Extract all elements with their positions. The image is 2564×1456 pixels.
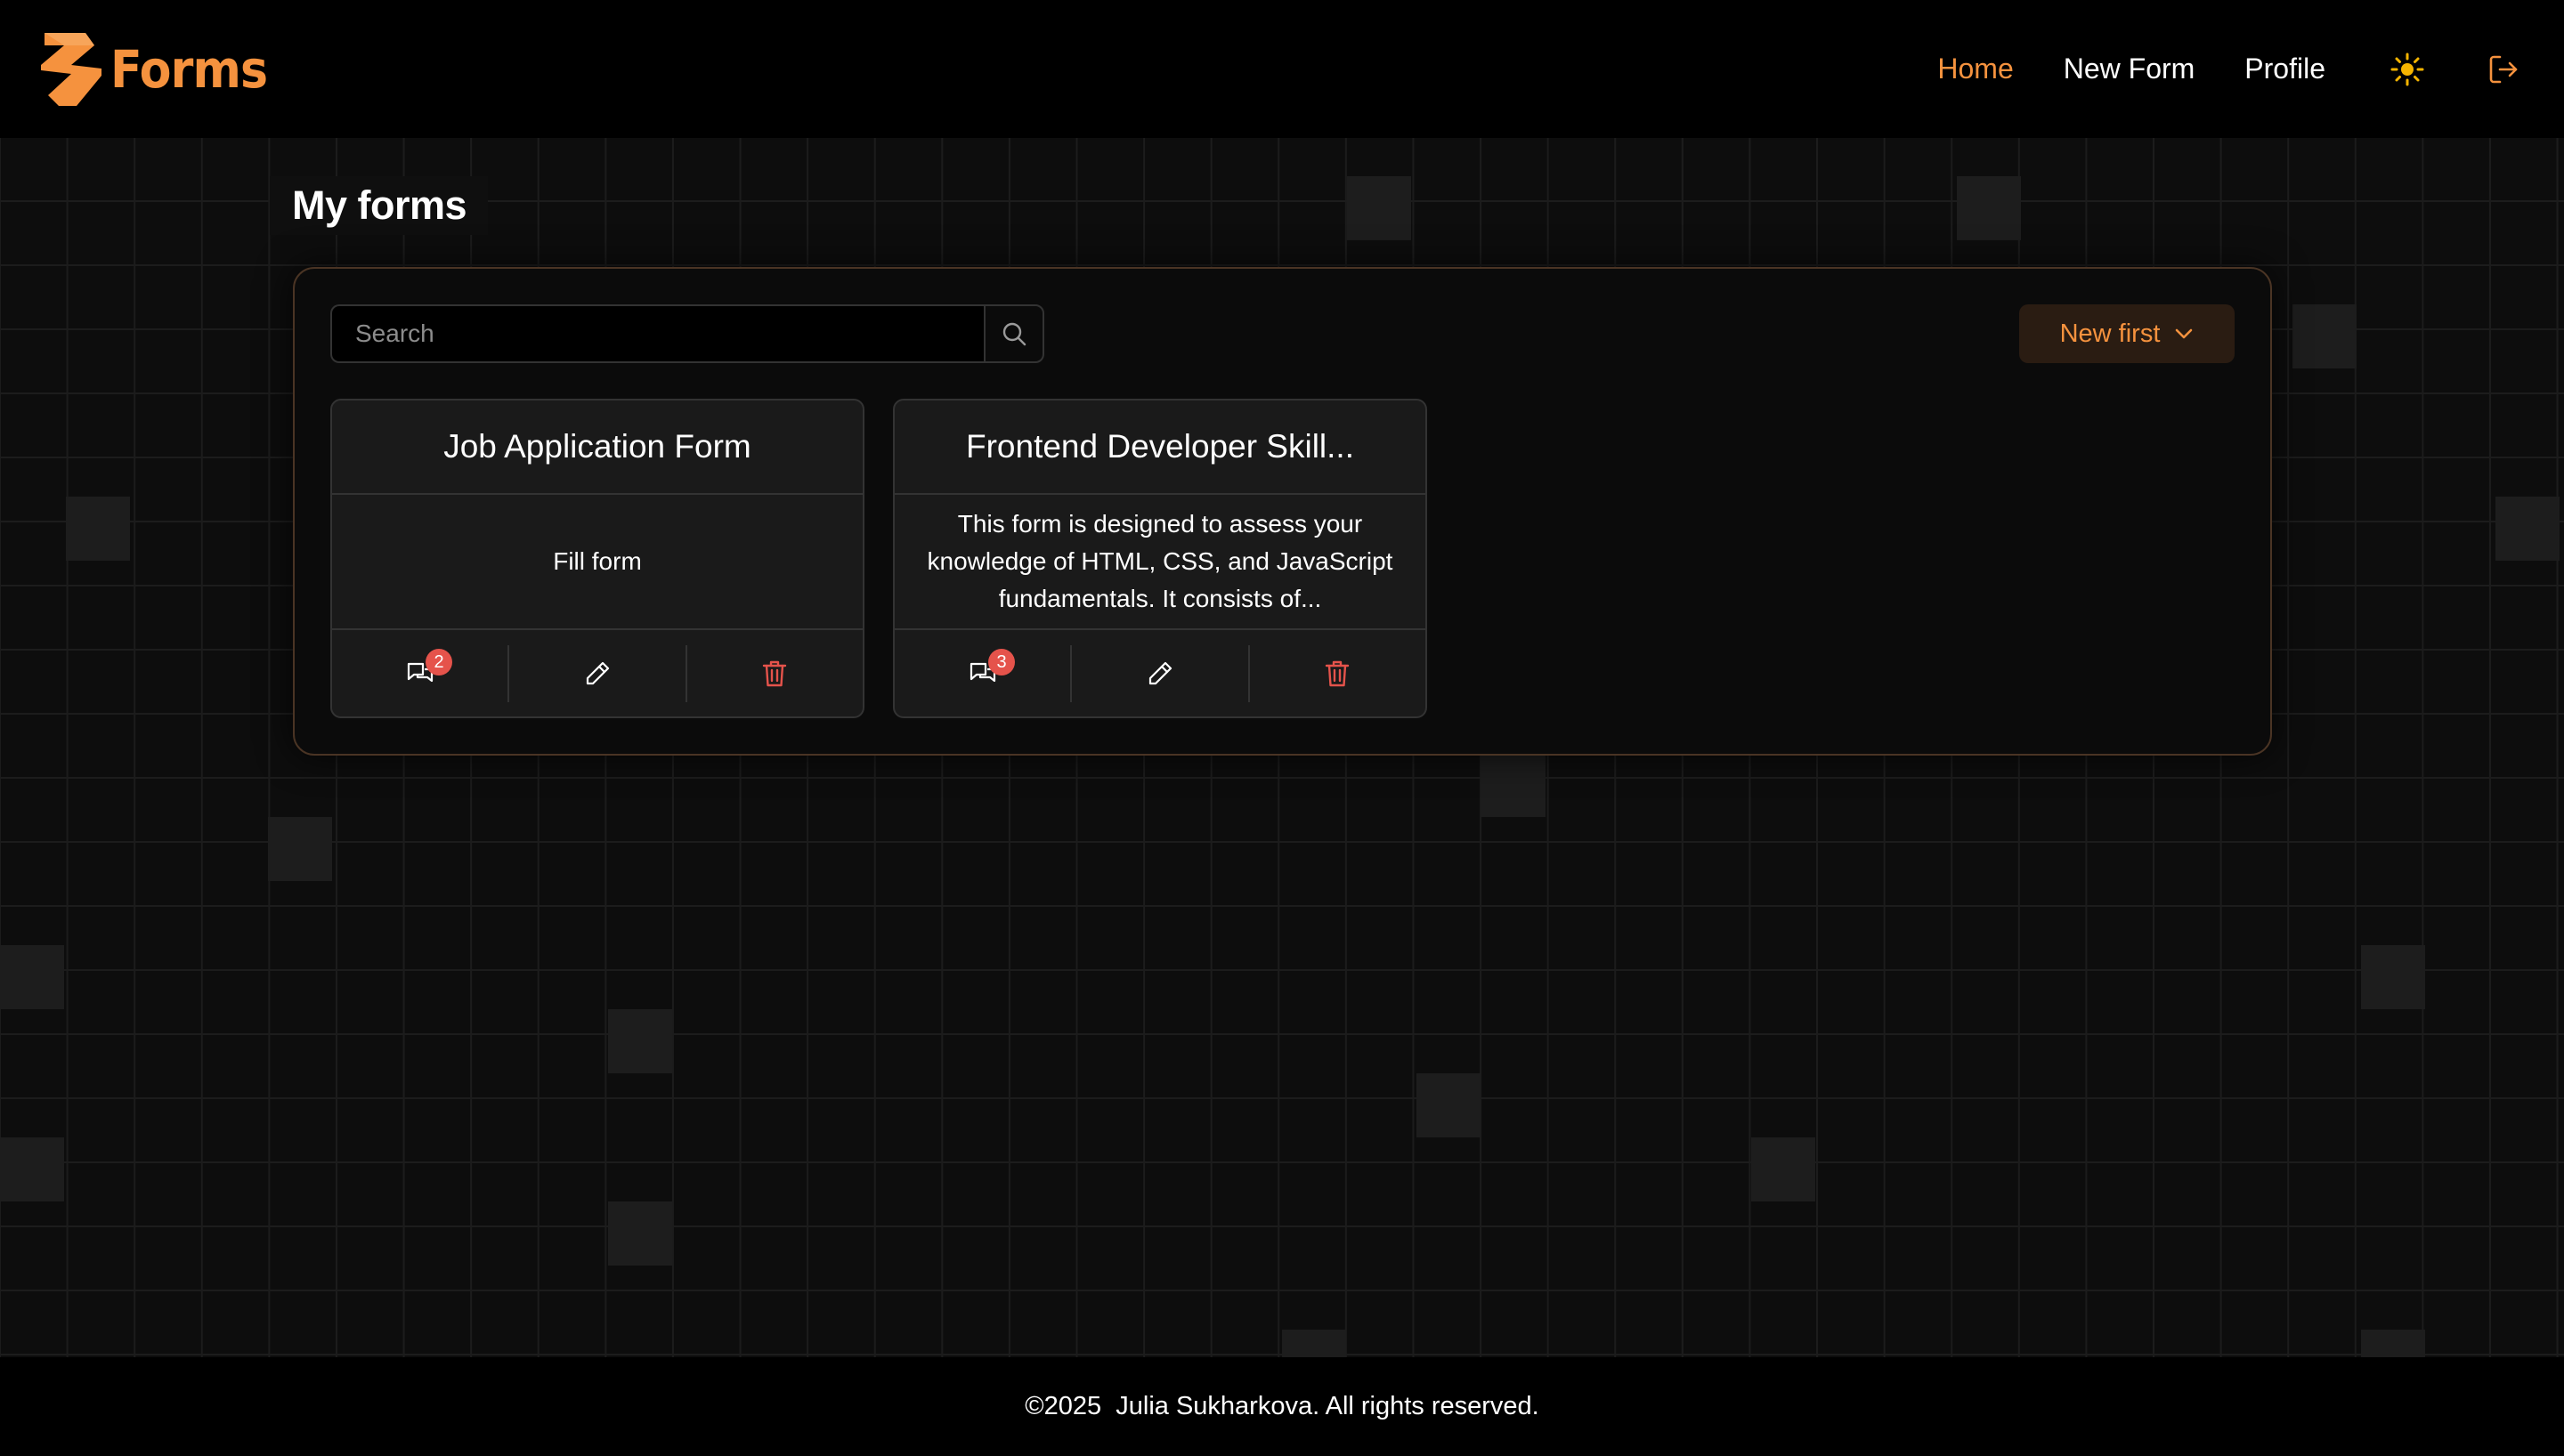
sort-label: New first [2059,319,2161,348]
form-card-title[interactable]: Job Application Form [332,400,863,495]
responses-count-badge: 2 [426,648,452,675]
search-button[interactable] [984,304,1044,363]
copyright-text: ©2025 Julia Sukharkova. All rights reser… [1025,1392,1539,1420]
footer: ©2025 Julia Sukharkova. All rights reser… [0,1357,2564,1456]
form-card-title[interactable]: Frontend Developer Skill... [895,400,1425,495]
responses-count-badge: 3 [988,648,1015,675]
responses-button[interactable]: 3 [895,645,1070,702]
page-title: My forms [270,176,489,235]
search-input[interactable] [330,304,984,363]
form-card-description[interactable]: Fill form [332,495,863,630]
search-icon [1002,322,1026,346]
logo-bolt-icon [41,32,101,106]
trash-icon [763,660,787,686]
sort-dropdown[interactable]: New first [2019,304,2235,363]
form-card-description[interactable]: This form is designed to assess your kno… [895,495,1425,630]
responses-button[interactable]: 2 [332,645,507,702]
grid-tile [608,1009,672,1073]
search-bar [330,304,1044,363]
top-navbar: Forms Home New Form Profile [0,0,2564,138]
delete-button[interactable] [1247,644,1425,702]
grid-tile [1347,176,1411,240]
grid-tile [268,817,332,881]
form-card: Frontend Developer Skill... This form is… [893,399,1427,718]
chevron-down-icon [2176,328,2193,339]
grid-tile [1481,753,1546,817]
grid-tile [1751,1137,1815,1201]
grid-tile [2292,304,2357,368]
logout-icon[interactable] [2486,52,2521,87]
form-card: Job Application Form Fill form 2 [330,399,864,718]
nav-profile-link[interactable]: Profile [2244,53,2325,85]
grid-tile [66,497,130,561]
brand-name: Forms [110,38,268,100]
trash-icon [1326,660,1350,686]
grid-tile [0,945,64,1009]
edit-button[interactable] [1070,644,1247,702]
pencil-icon [1148,661,1172,684]
grid-tile [1416,1073,1481,1137]
grid-tile [0,1137,64,1201]
nav-home-link[interactable]: Home [1937,53,2013,85]
grid-tile [608,1201,672,1266]
grid-tile [2495,497,2560,561]
main-nav: Home New Form Profile [1887,52,2521,87]
nav-new-form-link[interactable]: New Form [2064,53,2195,85]
grid-tile [2361,945,2425,1009]
grid-tile [1957,176,2021,240]
edit-button[interactable] [507,644,685,702]
delete-button[interactable] [685,644,863,702]
form-card-actions: 3 [895,630,1425,716]
theme-toggle-sun-icon[interactable] [2390,52,2425,87]
brand-logo[interactable]: Forms [41,32,285,106]
pencil-icon [586,661,610,684]
forms-panel: New first Job Application Form Fill form… [293,267,2272,756]
form-card-actions: 2 [332,630,863,716]
